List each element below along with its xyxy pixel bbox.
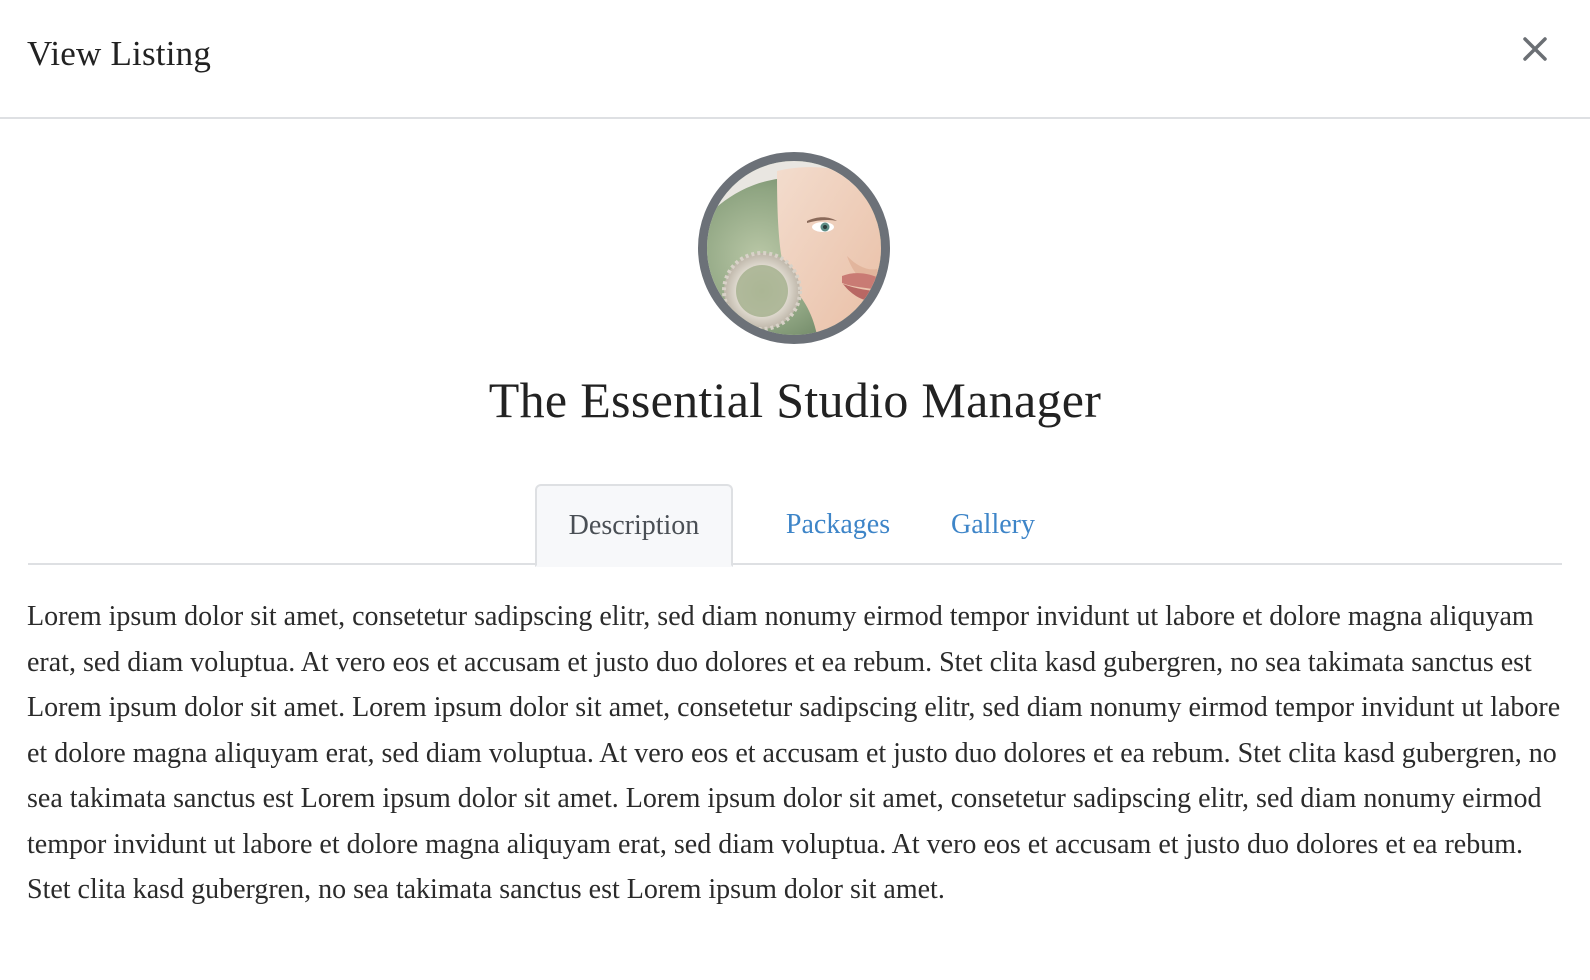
close-button[interactable]	[1518, 32, 1552, 66]
modal-title: View Listing	[27, 34, 212, 73]
profile-photo	[707, 161, 881, 335]
tab-description[interactable]: Description	[535, 484, 733, 567]
description-text: Lorem ipsum dolor sit amet, consetetur s…	[27, 601, 1561, 905]
listing-title: The Essential Studio Manager	[488, 372, 1102, 428]
close-icon	[1522, 36, 1548, 62]
listing-tabs: Description Packages Gallery	[28, 484, 1562, 567]
tab-packages[interactable]: Packages	[758, 484, 918, 565]
view-listing-modal: View Listing The Essential Studio Manage…	[0, 0, 1590, 980]
avatar	[698, 152, 890, 344]
tab-gallery[interactable]: Gallery	[928, 484, 1058, 565]
modal-header: View Listing	[0, 0, 1590, 119]
